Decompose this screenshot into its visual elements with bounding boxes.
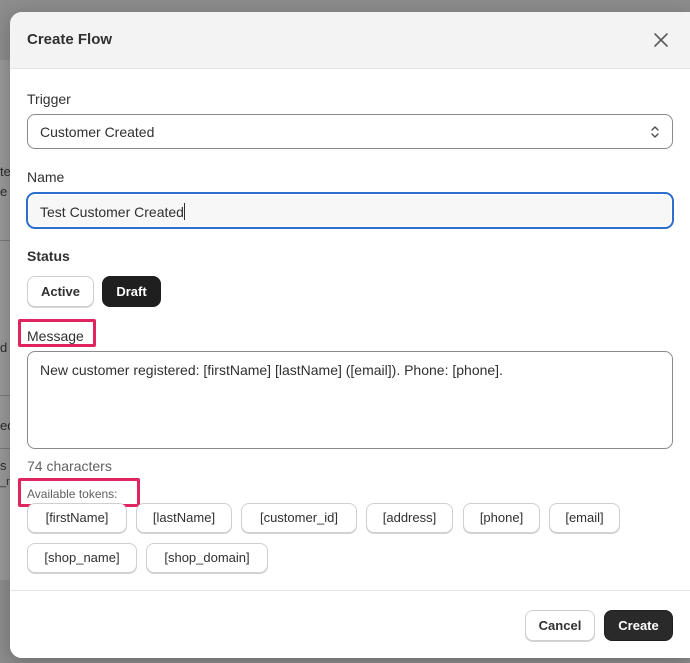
trigger-label: Trigger <box>27 91 71 107</box>
trigger-selected-value: Customer Created <box>40 124 155 140</box>
token-email-button[interactable]: [email] <box>549 503 620 533</box>
create-button[interactable]: Create <box>604 610 673 641</box>
trigger-select[interactable]: Customer Created <box>27 114 673 149</box>
message-text: New customer registered: [firstName] [la… <box>40 362 503 378</box>
background-text-fragment: e <box>0 184 8 199</box>
token-lastname-button[interactable]: [lastName] <box>136 503 232 533</box>
character-count: 74 characters <box>27 458 112 474</box>
name-input-value: Test Customer Created <box>40 203 185 220</box>
modal-header: Create Flow <box>10 12 690 69</box>
background-text-fragment: ed <box>0 418 10 433</box>
cancel-button[interactable]: Cancel <box>525 610 595 641</box>
select-arrows-icon <box>651 126 659 138</box>
token-customer-id-button[interactable]: [customer_id] <box>241 503 357 533</box>
background-divider <box>0 448 10 449</box>
background-text-fragment: te <box>0 164 10 179</box>
token-phone-button[interactable]: [phone] <box>463 503 540 533</box>
name-label: Name <box>27 169 65 185</box>
available-tokens-label: Available tokens: <box>27 487 118 501</box>
background-text-fragment: s <box>0 458 7 473</box>
status-label: Status <box>27 248 70 264</box>
name-input[interactable]: Test Customer Created <box>26 192 674 229</box>
close-icon <box>654 33 668 47</box>
background-divider <box>0 240 10 241</box>
message-textarea[interactable]: New customer registered: [firstName] [la… <box>27 351 673 449</box>
token-firstname-button[interactable]: [firstName] <box>27 503 127 533</box>
close-button[interactable] <box>650 29 672 51</box>
status-active-button[interactable]: Active <box>27 276 94 307</box>
message-label: Message <box>27 328 84 344</box>
token-address-button[interactable]: [address] <box>366 503 453 533</box>
create-flow-modal: Create Flow Trigger Customer Created Nam… <box>10 12 690 658</box>
text-caret <box>183 203 185 220</box>
name-input-text: Test Customer Created <box>40 204 184 220</box>
status-draft-button[interactable]: Draft <box>102 276 161 307</box>
token-shop-domain-button[interactable]: [shop_domain] <box>146 543 268 573</box>
background-text-fragment: _re <box>0 476 10 488</box>
background-text-fragment: d <box>0 340 8 355</box>
modal-footer: Cancel Create <box>10 590 690 658</box>
token-shop-name-button[interactable]: [shop_name] <box>27 543 137 573</box>
background-divider <box>0 395 10 396</box>
modal-title: Create Flow <box>27 31 113 48</box>
